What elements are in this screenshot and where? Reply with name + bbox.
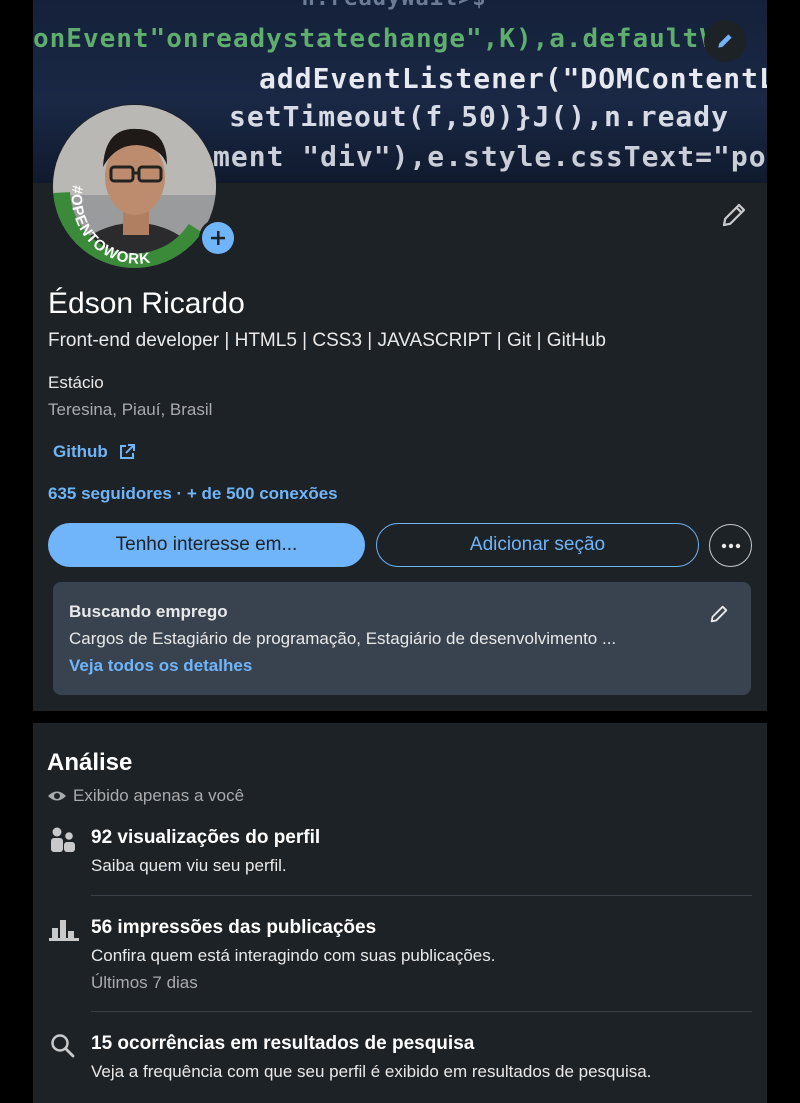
connections-link[interactable]: + de 500 conexões xyxy=(187,484,338,503)
pencil-icon xyxy=(710,605,728,623)
see-all-details-link[interactable]: Veja todos os detalhes xyxy=(69,656,252,676)
external-link-icon xyxy=(119,444,135,459)
github-link[interactable]: Github xyxy=(53,442,136,462)
stat-period: Últimos 7 dias xyxy=(91,973,198,992)
post-impressions-item[interactable]: 56 impressões das publicações Confira qu… xyxy=(33,913,767,1013)
divider xyxy=(91,1011,752,1012)
profile-location: Teresina, Piauí, Brasil xyxy=(48,400,213,419)
pencil-icon xyxy=(722,203,746,227)
bar-chart-icon xyxy=(49,920,79,941)
analytics-card: Análise Exibido apenas a você 92 visuali… xyxy=(33,723,767,1103)
stat-title: 56 impressões das publicações xyxy=(91,917,377,938)
search-appearances-item[interactable]: 15 ocorrências em resultados de pesquisa… xyxy=(33,1029,767,1099)
profile-headline: Front-end developer | HTML5 | CSS3 | JAV… xyxy=(48,330,606,351)
add-section-button[interactable]: Adicionar seção xyxy=(376,523,699,567)
divider xyxy=(91,895,752,896)
stat-description: Saiba quem viu seu perfil. xyxy=(91,856,287,875)
open-to-work-title: Buscando emprego xyxy=(69,602,228,621)
search-icon xyxy=(51,1034,75,1058)
stat-title: 92 visualizações do perfil xyxy=(91,827,321,848)
pencil-icon xyxy=(718,34,732,48)
more-actions-button[interactable] xyxy=(709,524,752,567)
open-to-button[interactable]: Tenho interesse em... xyxy=(48,523,365,567)
banner-code-line: onEvent"onreadystatechange",K),a.default… xyxy=(33,24,716,54)
profile-card: ··n.readyWait>$··· onEvent"onreadystatec… xyxy=(33,0,767,711)
followers-link[interactable]: 635 seguidores xyxy=(48,484,172,503)
stat-description: Confira quem está interagindo com suas p… xyxy=(91,946,496,965)
open-to-work-roles: Cargos de Estagiário de programação, Est… xyxy=(69,629,617,648)
banner-code-line: addEventListener("DOMContentLo xyxy=(259,62,767,95)
profile-education[interactable]: Estácio xyxy=(48,373,104,393)
avatar[interactable]: #OPENTOWORK xyxy=(53,105,216,268)
edit-banner-button[interactable] xyxy=(704,20,746,62)
edit-intro-button[interactable] xyxy=(719,200,749,235)
github-link-label: Github xyxy=(53,442,108,461)
analytics-title: Análise xyxy=(47,749,133,776)
analytics-visibility: Exibido apenas a você xyxy=(47,786,244,806)
network-separator: · xyxy=(171,484,187,503)
open-to-work-card[interactable]: Buscando emprego Cargos de Estagiário de… xyxy=(53,582,751,695)
network-stats: 635 seguidores · + de 500 conexões xyxy=(48,484,338,504)
eye-icon xyxy=(48,791,66,801)
people-icon xyxy=(51,827,75,852)
analytics-visibility-label: Exibido apenas a você xyxy=(73,786,245,805)
edit-open-to-work-button[interactable] xyxy=(708,603,730,630)
stat-description: Veja a frequência com que seu perfil é e… xyxy=(91,1062,652,1081)
profile-name: Édson Ricardo xyxy=(48,287,245,320)
banner-code-line: ment "div"),e.style.cssText="posi xyxy=(213,140,767,173)
add-photo-button[interactable] xyxy=(199,219,237,257)
banner-code-line: ··n.readyWait>$··· xyxy=(273,0,529,11)
banner-code-line: setTimeout(f,50)}J(),n.ready xyxy=(229,100,730,133)
stat-title: 15 ocorrências em resultados de pesquisa xyxy=(91,1033,475,1054)
profile-views-item[interactable]: 92 visualizações do perfil Saiba quem vi… xyxy=(33,823,767,893)
more-icon xyxy=(721,543,740,548)
plus-icon xyxy=(211,231,225,245)
